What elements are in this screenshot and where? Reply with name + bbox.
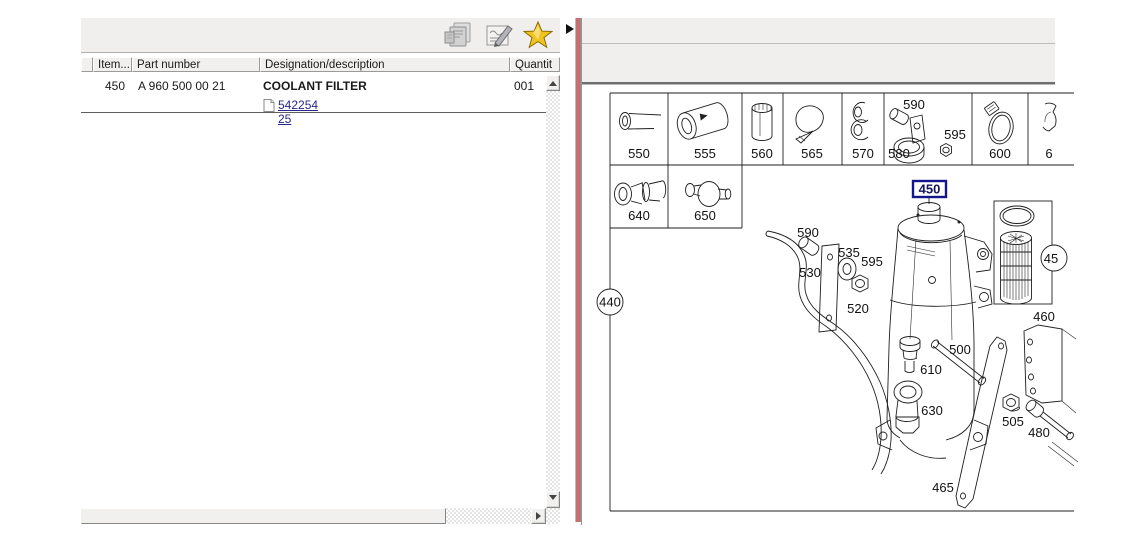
cell-quantity: 001 (514, 79, 534, 93)
row-separator (81, 112, 546, 113)
parts-toolbar (81, 18, 560, 53)
column-header-item-label: Item... (98, 59, 130, 71)
thumb-label-6xx[interactable]: 6 (1045, 146, 1052, 161)
callout-610[interactable]: 610 (920, 362, 942, 377)
callout-530[interactable]: 530 (799, 265, 821, 280)
thumb-label-640[interactable]: 640 (628, 208, 650, 223)
thumb-sleeve-560[interactable] (752, 104, 772, 141)
side-callout-45[interactable]: 45 (1041, 245, 1067, 271)
group-callout-440[interactable]: 440 (597, 289, 623, 315)
group-callout-440-label: 440 (599, 295, 621, 310)
cell-item: 450 (97, 79, 133, 93)
callout-630[interactable]: 630 (921, 403, 943, 418)
copy-parts-list-icon (443, 21, 475, 49)
epc-window: Item... Part number Designation/descript… (81, 18, 1081, 525)
right-arrow-icon (536, 512, 545, 520)
parts-table-header: Item... Part number Designation/descript… (81, 57, 560, 74)
callout-460[interactable]: 460 (1033, 309, 1055, 324)
callout-590[interactable]: 590 (797, 225, 819, 240)
favorites-star-button[interactable] (522, 21, 554, 49)
column-header-designation[interactable]: Designation/description (260, 57, 510, 72)
down-arrow-icon (549, 495, 557, 504)
thumb-sublabel-590[interactable]: 590 (903, 97, 925, 112)
thumb-pipe-550[interactable] (620, 113, 662, 130)
thumb-filter-cartridge-555[interactable] (674, 101, 731, 142)
selected-callout-450-label: 450 (919, 182, 941, 197)
mounting-plate (1024, 325, 1076, 413)
column-header-blank[interactable] (81, 57, 93, 72)
scrollbar-corner (546, 508, 560, 524)
column-header-designation-label: Designation/description (265, 59, 385, 71)
thumb-label-600[interactable]: 600 (989, 146, 1011, 161)
coolant-filter-housing[interactable] (876, 203, 992, 459)
callout-465[interactable]: 465 (932, 480, 954, 495)
table-horizontal-scrollbar (81, 508, 546, 524)
column-header-item[interactable]: Item... (93, 57, 132, 72)
horizontal-scroll-track[interactable] (446, 508, 531, 524)
washer-535 (838, 258, 856, 280)
nut-505 (1003, 394, 1019, 411)
column-header-quantity-label: Quantit (515, 59, 552, 71)
document-icon[interactable] (263, 99, 275, 112)
scroll-right-button[interactable] (531, 508, 546, 524)
thumb-hose-clamp-600[interactable] (984, 101, 1016, 146)
edit-notes-icon (483, 21, 515, 49)
column-header-quantity[interactable]: Quantit (510, 57, 560, 72)
thumb-label-555[interactable]: 555 (694, 146, 716, 161)
callout-535[interactable]: 535 (838, 245, 860, 260)
callout-500[interactable]: 500 (949, 342, 971, 357)
copy-parts-list-button[interactable] (443, 21, 475, 49)
scroll-up-button[interactable] (546, 75, 560, 91)
thumb-cable-tie-565[interactable] (796, 106, 823, 143)
selected-callout-450[interactable]: 450 (913, 181, 946, 204)
vent-valve-610 (900, 337, 920, 373)
callout-505[interactable]: 505 (1002, 414, 1024, 429)
cell-part-number: A 960 500 00 21 (138, 79, 225, 93)
vertical-scroll-track[interactable] (546, 91, 560, 491)
diagram-header-divider (582, 43, 1055, 44)
thumb-label-570[interactable]: 570 (852, 146, 874, 161)
callout-595[interactable]: 595 (861, 254, 883, 269)
diagram-header-band (582, 18, 1055, 82)
thumb-label-650[interactable]: 650 (694, 208, 716, 223)
thumb-label-565[interactable]: 565 (801, 146, 823, 161)
table-vertical-scrollbar (546, 75, 560, 508)
scroll-down-button[interactable] (546, 491, 560, 508)
callout-520[interactable]: 520 (847, 301, 869, 316)
table-row[interactable]: 450 A 960 500 00 21 COOLANT FILTER 001 (81, 79, 546, 95)
nut-595 (852, 275, 868, 292)
parts-list-panel: Item... Part number Designation/descript… (81, 18, 560, 525)
thumb-label-560[interactable]: 560 (751, 146, 773, 161)
thumb-valve-650[interactable] (686, 182, 731, 207)
thumb-sublabel-595[interactable]: 595 (944, 127, 966, 142)
thumb-clip-partial[interactable] (1043, 103, 1056, 131)
edit-notes-button[interactable] (483, 21, 515, 49)
collapse-arrow-icon[interactable] (566, 24, 574, 34)
column-header-part-number[interactable]: Part number (132, 57, 260, 72)
elbow-630 (894, 381, 922, 433)
diagram-panel: 550 555 560 565 570 580 590 595 600 6 64… (581, 18, 1082, 525)
panel-splitter[interactable] (560, 18, 581, 525)
thumb-clamps-570[interactable] (851, 102, 868, 139)
thumb-label-550[interactable]: 550 (628, 146, 650, 161)
bracket-530 (819, 244, 839, 332)
up-arrow-icon (549, 77, 557, 86)
callout-480[interactable]: 480 (1028, 425, 1050, 440)
horizontal-scroll-thumb[interactable] (81, 508, 446, 524)
column-header-part-number-label: Part number (137, 59, 200, 71)
star-icon (522, 21, 554, 49)
parts-diagram: 550 555 560 565 570 580 590 595 600 6 64… (582, 84, 1082, 525)
cell-designation: COOLANT FILTER (263, 79, 367, 93)
side-callout-45-label: 45 (1044, 251, 1058, 266)
thumb-label-580[interactable]: 580 (888, 146, 910, 161)
thumb-hose-connector-640[interactable] (615, 181, 666, 205)
